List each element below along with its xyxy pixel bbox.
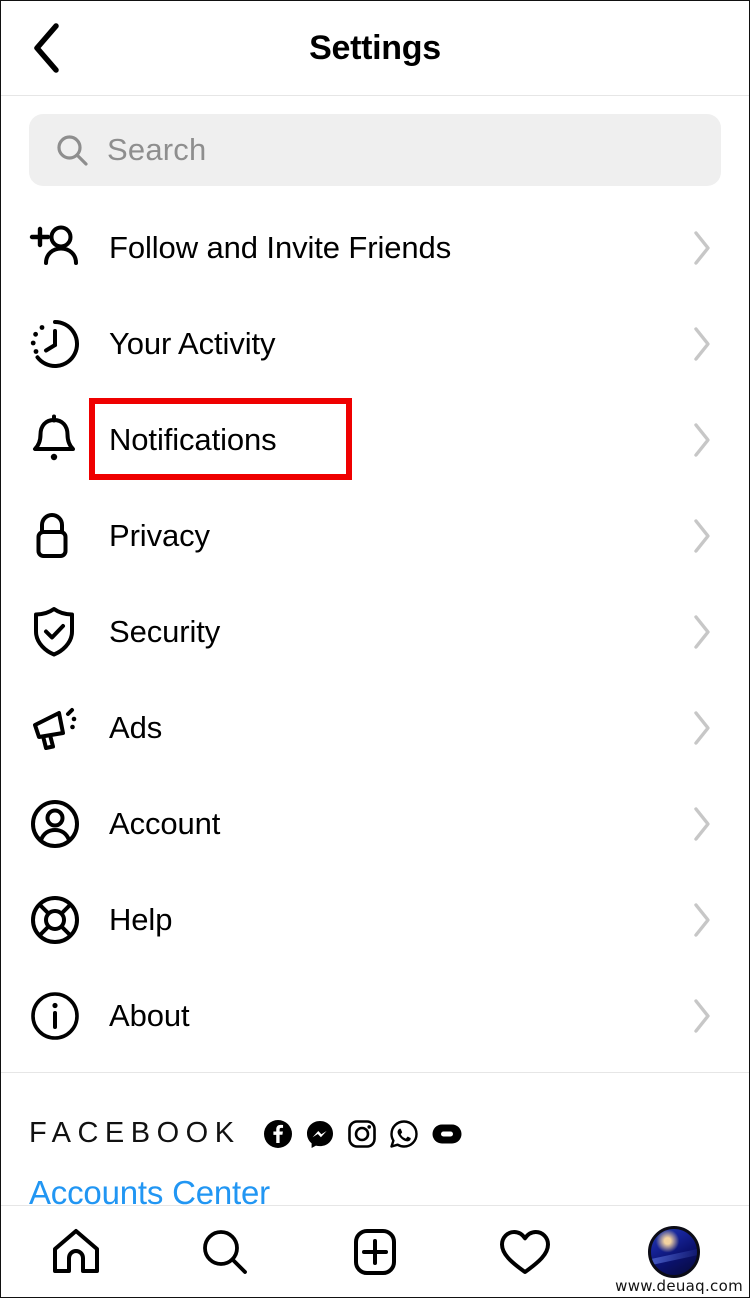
menu-item-about[interactable]: About (1, 968, 749, 1064)
menu-item-security[interactable]: Security (1, 584, 749, 680)
nav-home-button[interactable] (1, 1206, 151, 1297)
menu-item-your-activity[interactable]: Your Activity (1, 296, 749, 392)
nav-search-button[interactable] (151, 1206, 301, 1297)
chevron-right-icon (691, 614, 713, 650)
search-input[interactable]: Search (29, 114, 721, 186)
search-placeholder: Search (107, 132, 207, 167)
chevron-right-icon (691, 710, 713, 746)
chevron-right-icon (691, 902, 713, 938)
portal-icon (431, 1123, 463, 1145)
menu-item-help[interactable]: Help (1, 872, 749, 968)
lock-icon (29, 510, 89, 562)
instagram-icon (347, 1119, 377, 1149)
menu-item-label: Follow and Invite Friends (109, 230, 452, 265)
menu-item-notifications[interactable]: Notifications (1, 392, 749, 488)
facebook-app-icons (263, 1119, 463, 1149)
nav-activity-button[interactable] (450, 1206, 600, 1297)
menu-item-ads[interactable]: Ads (1, 680, 749, 776)
menu-item-account[interactable]: Account (1, 776, 749, 872)
megaphone-icon (29, 703, 89, 753)
facebook-brand-row: FACEBOOK (29, 1117, 721, 1150)
site-watermark: www.deuaq.com (615, 1277, 743, 1295)
menu-item-label: Your Activity (109, 326, 276, 361)
search-section: Search (1, 96, 749, 200)
search-icon (55, 133, 89, 167)
chevron-right-icon (691, 230, 713, 266)
bell-icon (29, 414, 89, 466)
add-post-icon (353, 1228, 396, 1275)
profile-avatar-icon (648, 1225, 701, 1278)
settings-screen: Settings Search Follow and Invite Friend… (0, 0, 750, 1298)
page-title: Settings (309, 28, 441, 67)
menu-item-label: Notifications (109, 422, 277, 457)
chevron-right-icon (691, 998, 713, 1034)
app-header: Settings (1, 1, 749, 96)
activity-clock-icon (29, 318, 89, 370)
shield-check-icon (29, 605, 89, 659)
menu-item-label: About (109, 998, 190, 1033)
facebook-icon (263, 1119, 293, 1149)
menu-item-label: Ads (109, 710, 163, 745)
menu-item-label: Help (109, 902, 173, 937)
chevron-right-icon (691, 806, 713, 842)
user-circle-icon (29, 798, 89, 850)
menu-item-follow-and-invite-friends[interactable]: Follow and Invite Friends (1, 200, 749, 296)
facebook-family-section: FACEBOOK Accounts Center (1, 1073, 749, 1212)
back-button[interactable] (19, 21, 73, 75)
chevron-right-icon (691, 422, 713, 458)
info-circle-icon (29, 990, 89, 1042)
settings-menu-list: Follow and Invite Friends Your Activity … (1, 200, 749, 1064)
nav-add-post-button[interactable] (300, 1206, 450, 1297)
messenger-icon (305, 1119, 335, 1149)
search-icon (203, 1229, 248, 1274)
chevron-right-icon (691, 518, 713, 554)
menu-item-label: Account (109, 806, 221, 841)
chevron-right-icon (691, 326, 713, 362)
home-icon (52, 1228, 99, 1273)
facebook-wordmark: FACEBOOK (29, 1117, 241, 1149)
menu-item-privacy[interactable]: Privacy (1, 488, 749, 584)
menu-item-label: Security (109, 614, 221, 649)
menu-item-label: Privacy (109, 518, 210, 553)
lifebuoy-icon (29, 894, 89, 946)
whatsapp-icon (389, 1119, 419, 1149)
heart-icon (499, 1229, 550, 1274)
chevron-left-icon (34, 23, 59, 73)
person-add-icon (29, 224, 89, 272)
